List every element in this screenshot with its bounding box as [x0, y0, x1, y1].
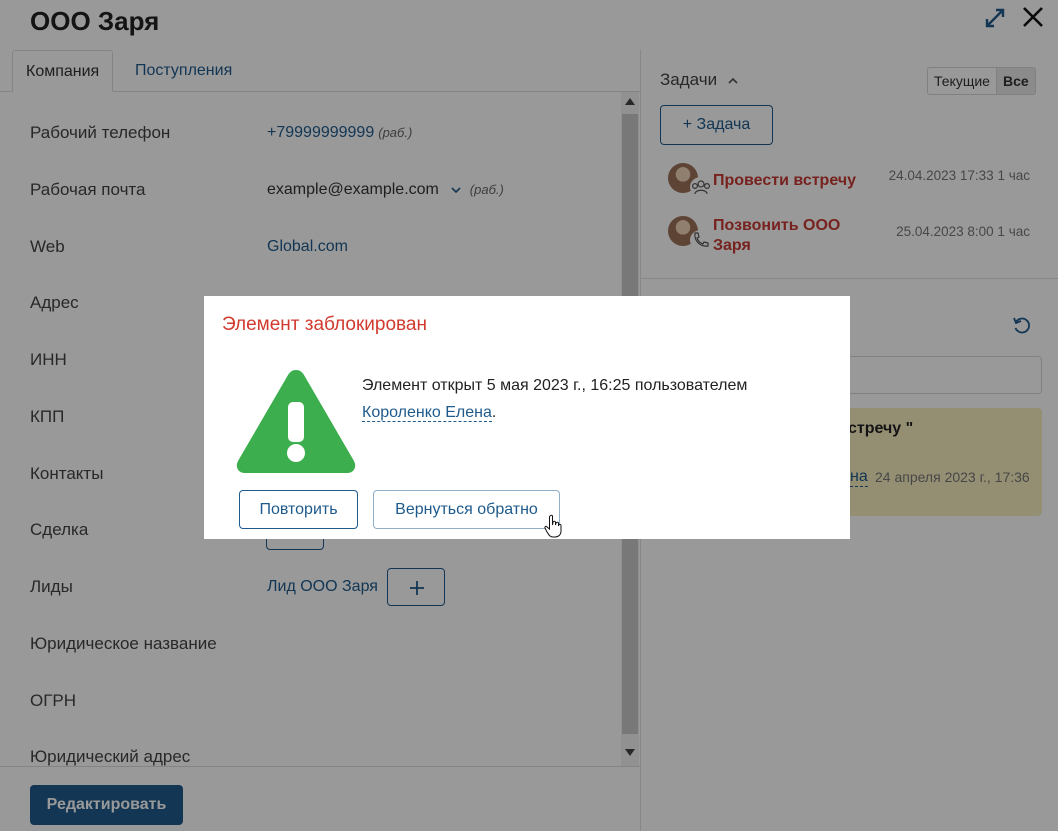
hand-cursor-icon	[544, 514, 562, 538]
dialog-title: Элемент заблокирован	[222, 314, 427, 335]
dialog-message: Элемент открыт 5 мая 2023 г., 16:25 поль…	[362, 372, 832, 426]
dialog-message-text: Элемент открыт 5 мая 2023 г., 16:25 поль…	[362, 377, 748, 394]
go-back-button[interactable]: Вернуться обратно	[373, 490, 560, 529]
retry-button[interactable]: Повторить	[239, 490, 358, 529]
user-link[interactable]: Короленко Елена	[362, 404, 492, 422]
warning-icon	[236, 370, 356, 473]
message-end: .	[491, 404, 497, 421]
locked-element-dialog: Элемент заблокирован Элемент открыт 5 ма…	[204, 296, 850, 539]
